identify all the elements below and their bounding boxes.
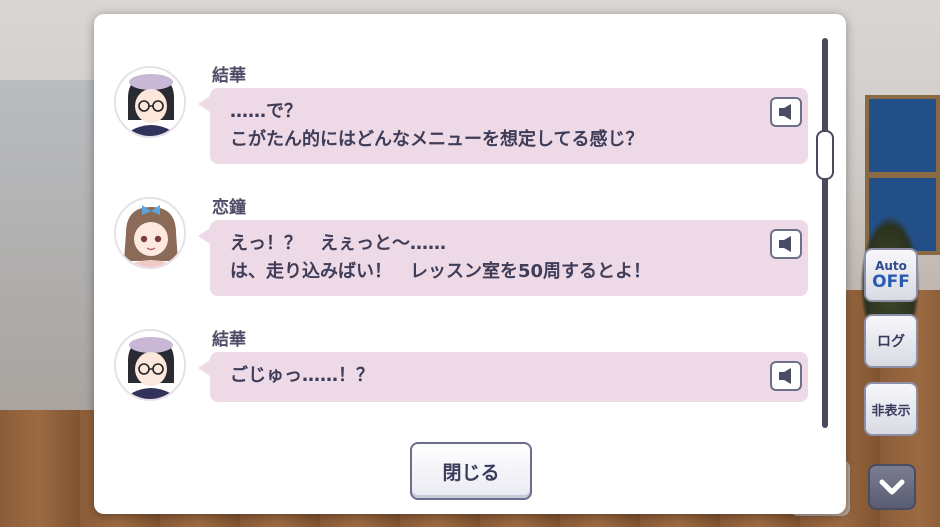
auto-play-button[interactable]: Auto OFF bbox=[864, 248, 918, 302]
log-scrollbar[interactable] bbox=[822, 38, 828, 428]
speaker-icon bbox=[779, 104, 791, 120]
speaker-name: 結華 bbox=[212, 66, 246, 86]
dialogue-line: こがたん的にはどんなメニューを想定してる感じ？ bbox=[230, 129, 644, 150]
avatar-yuika bbox=[114, 329, 186, 401]
log-scrollbar-thumb[interactable] bbox=[816, 130, 834, 180]
auto-state-label: OFF bbox=[872, 271, 910, 292]
play-voice-button[interactable] bbox=[770, 361, 802, 391]
dialogue-line: えっ！？ えぇっと～…… bbox=[230, 233, 446, 254]
speaker-name: 恋鐘 bbox=[212, 198, 246, 218]
speaker-icon bbox=[779, 368, 791, 384]
close-log-button[interactable]: 閉じる bbox=[410, 442, 532, 500]
play-voice-button[interactable] bbox=[770, 229, 802, 259]
avatar-kogane bbox=[114, 197, 186, 269]
hide-ui-button[interactable]: 非表示 bbox=[864, 382, 918, 436]
close-button-label: 閉じる bbox=[442, 461, 500, 484]
hide-button-label: 非表示 bbox=[871, 403, 911, 419]
studio-mirror bbox=[0, 80, 103, 410]
speaker-name: 結華 bbox=[212, 330, 246, 350]
dialogue-line: は、走り込みばい！ レッスン室を50周するとよ！ bbox=[230, 261, 652, 282]
backlog-panel: 結華 ……で？ こがたん的にはどんなメニューを想定してる感じ？ 恋鐘 えっ！？ … bbox=[94, 14, 846, 514]
dialogue-line: ……で？ bbox=[230, 101, 302, 122]
next-button[interactable] bbox=[868, 464, 916, 510]
dialogue-bubble: ……で？ こがたん的にはどんなメニューを想定してる感じ？ bbox=[198, 88, 808, 164]
log-button[interactable]: ログ bbox=[864, 314, 918, 368]
chevron-down-icon bbox=[879, 479, 905, 495]
dialogue-bubble: えっ！？ えぇっと～…… は、走り込みばい！ レッスン室を50周するとよ！ bbox=[198, 220, 808, 296]
speaker-icon bbox=[779, 236, 791, 252]
log-button-label: ログ bbox=[877, 334, 905, 350]
dialogue-line: ごじゅっ……！？ bbox=[230, 365, 374, 386]
auto-label: Auto bbox=[875, 258, 907, 273]
avatar-yuika bbox=[114, 66, 186, 138]
play-voice-button[interactable] bbox=[770, 97, 802, 127]
dialogue-bubble: ごじゅっ……！？ bbox=[198, 352, 808, 402]
